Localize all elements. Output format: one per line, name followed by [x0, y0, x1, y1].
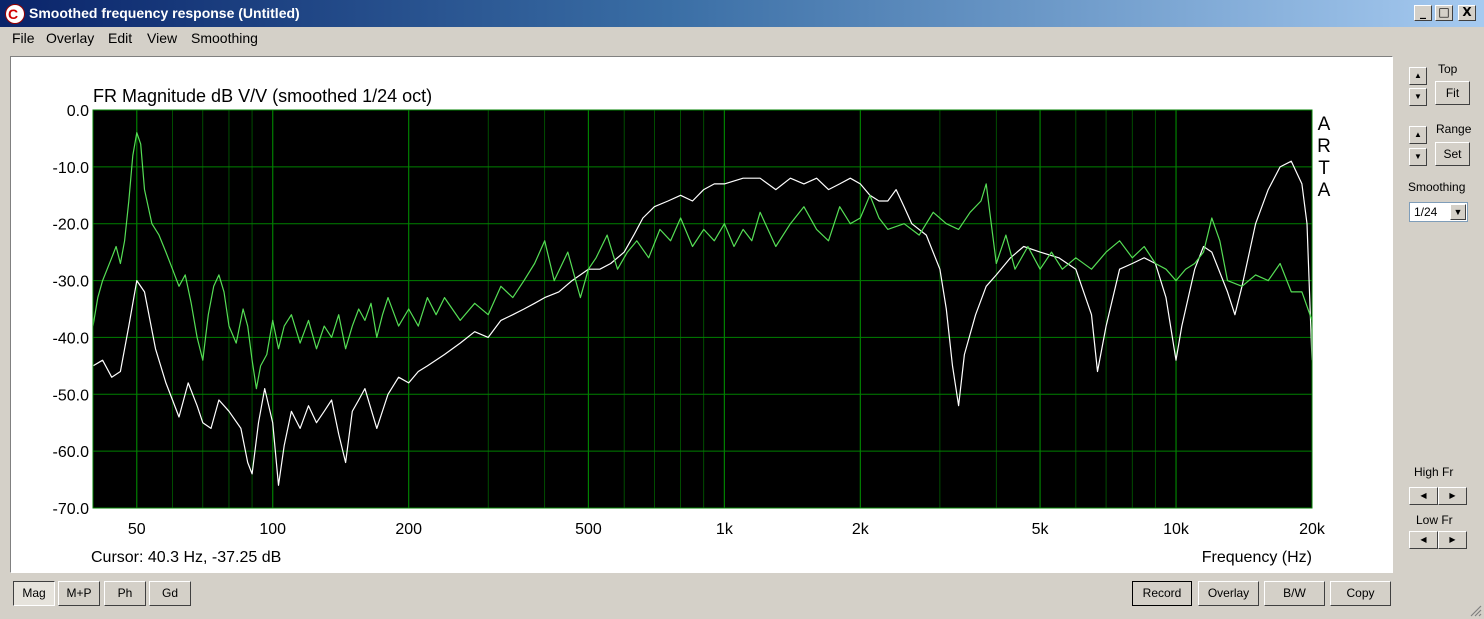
x-tick-label: 1k — [716, 521, 734, 538]
mp-button[interactable]: M+P — [58, 581, 100, 606]
low-fr-left-button[interactable]: ◀ — [1409, 531, 1438, 549]
mag-button[interactable]: Mag — [13, 581, 55, 606]
y-tick-label: -30.0 — [53, 274, 90, 291]
frequency-response-chart[interactable]: FR Magnitude dB V/V (smoothed 1/24 oct) … — [11, 57, 1392, 572]
y-tick-label: -50.0 — [53, 387, 90, 404]
arta-letter-3: T — [1318, 158, 1330, 179]
close-button[interactable]: X — [1458, 5, 1476, 21]
smoothing-select[interactable]: 1/24 ▼ — [1409, 202, 1468, 222]
y-tick-label: -60.0 — [53, 444, 90, 461]
x-tick-label: 100 — [259, 521, 286, 538]
low-fr-right-button[interactable]: ▶ — [1438, 531, 1467, 549]
smoothing-label: Smoothing — [1408, 180, 1466, 194]
menu-bar: File Overlay Edit View Smoothing — [0, 27, 1484, 49]
ph-button[interactable]: Ph — [104, 581, 146, 606]
y-axis-labels: 0.0 -10.0 -20.0 -30.0 -40.0 -50.0 -60.0 -70.0 — [53, 103, 90, 518]
arta-letter-2: R — [1317, 136, 1331, 157]
y-tick-label: -10.0 — [53, 160, 90, 177]
x-tick-label: 5k — [1032, 521, 1050, 538]
low-fr-label: Low Fr — [1416, 513, 1453, 527]
arta-letter-1: A — [1318, 114, 1331, 135]
cursor-readout: Cursor: 40.3 Hz, -37.25 dB — [91, 549, 281, 566]
menu-file[interactable]: File — [12, 30, 35, 46]
minimize-button[interactable]: _ — [1414, 5, 1432, 21]
high-fr-left-button[interactable]: ◀ — [1409, 487, 1438, 505]
menu-smoothing[interactable]: Smoothing — [191, 30, 258, 46]
window-title: Smoothed frequency response (Untitled) — [29, 5, 300, 21]
copy-button[interactable]: Copy — [1330, 581, 1391, 606]
app-icon-letter: C — [8, 6, 19, 22]
top-label: Top — [1438, 62, 1458, 76]
x-tick-label: 50 — [128, 521, 146, 538]
overlay-button[interactable]: Overlay — [1198, 581, 1259, 606]
plot-area[interactable] — [93, 110, 1312, 508]
title-bar: C Smoothed frequency response (Untitled)… — [0, 0, 1484, 27]
y-tick-label: 0.0 — [67, 103, 89, 120]
fit-button[interactable]: Fit — [1435, 81, 1470, 105]
resize-grip-icon[interactable] — [1470, 605, 1482, 617]
chevron-down-icon[interactable]: ▼ — [1450, 204, 1466, 220]
x-axis-labels: 50 100 200 500 1k 2k 5k 10k 20k — [128, 521, 1326, 538]
x-axis-title: Frequency (Hz) — [1202, 549, 1312, 566]
plot-title: FR Magnitude dB V/V (smoothed 1/24 oct) — [93, 86, 432, 106]
x-tick-label: 10k — [1163, 521, 1190, 538]
range-up-button[interactable]: ▲ — [1409, 126, 1427, 144]
x-tick-label: 500 — [575, 521, 602, 538]
app-icon[interactable]: C — [5, 4, 25, 24]
arta-letter-4: A — [1318, 180, 1331, 201]
bw-button[interactable]: B/W — [1264, 581, 1325, 606]
range-label: Range — [1436, 122, 1472, 136]
maximize-button[interactable]: □ — [1435, 5, 1453, 21]
x-tick-label: 20k — [1299, 521, 1326, 538]
record-button[interactable]: Record — [1132, 581, 1192, 606]
menu-overlay[interactable]: Overlay — [46, 30, 94, 46]
x-tick-label: 2k — [852, 521, 870, 538]
gd-button[interactable]: Gd — [149, 581, 191, 606]
plot-panel[interactable]: FR Magnitude dB V/V (smoothed 1/24 oct) … — [10, 56, 1393, 573]
y-tick-label: -40.0 — [53, 330, 90, 347]
x-tick-label: 200 — [395, 521, 422, 538]
range-down-button[interactable]: ▼ — [1409, 148, 1427, 166]
y-tick-label: -70.0 — [53, 501, 90, 518]
top-up-button[interactable]: ▲ — [1409, 67, 1427, 85]
high-fr-right-button[interactable]: ▶ — [1438, 487, 1467, 505]
menu-view[interactable]: View — [147, 30, 177, 46]
top-down-button[interactable]: ▼ — [1409, 88, 1427, 106]
y-tick-label: -20.0 — [53, 217, 90, 234]
smoothing-value: 1/24 — [1414, 205, 1438, 219]
high-fr-label: High Fr — [1414, 465, 1454, 479]
menu-edit[interactable]: Edit — [108, 30, 132, 46]
set-button[interactable]: Set — [1435, 142, 1470, 166]
